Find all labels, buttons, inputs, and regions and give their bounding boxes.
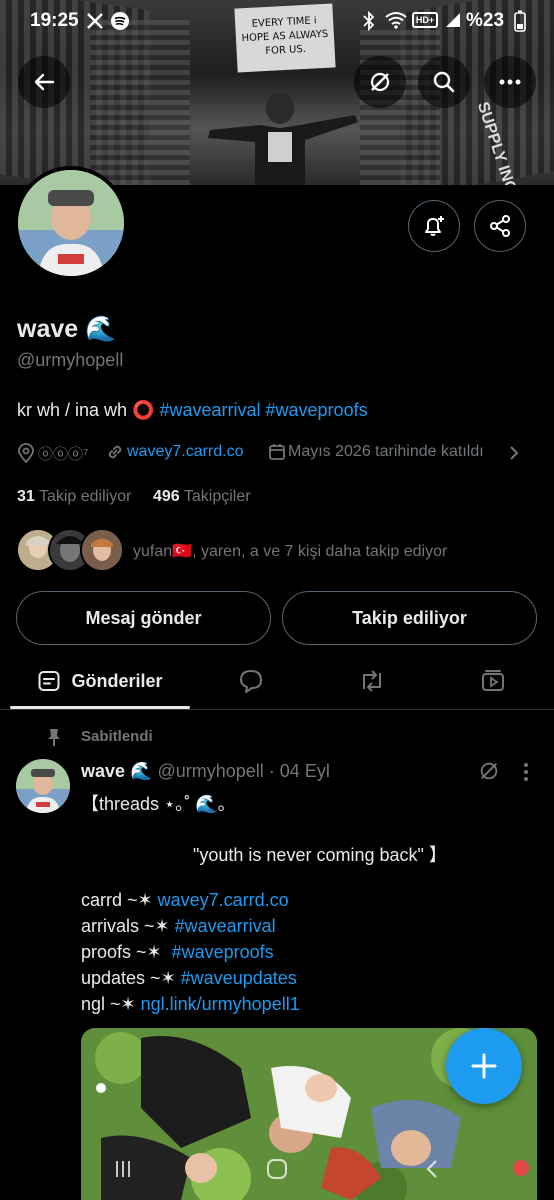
tab-posts-label: Gönderiler [71, 670, 163, 691]
x-app-icon [87, 13, 103, 29]
followers-stat[interactable]: 496 Takipçiler [153, 488, 251, 506]
tab-reposts[interactable] [341, 656, 403, 706]
bio-text: kr wh / ina wh ⭕ [17, 400, 160, 420]
post-text-line: 【threads ⋆｡˚ 🌊｡ [81, 794, 227, 814]
media-icon [482, 670, 504, 691]
grok-button[interactable] [354, 56, 406, 108]
post-line-prefix: ngl ~✶ [81, 994, 141, 1014]
notify-subscribe-button[interactable] [408, 200, 460, 252]
profile-website-link[interactable]: wavey7.carrd.co [127, 443, 244, 461]
post-author-handle[interactable]: @urmyhopell [157, 761, 263, 781]
plus-icon [471, 1053, 497, 1079]
search-icon [433, 71, 455, 93]
post-line-prefix: updates ~✶ [81, 968, 181, 988]
followed-by-text[interactable]: yufan🇹🇷, yaren, a ve 7 kişi daha takip e… [133, 541, 447, 561]
banner-person-figure [208, 92, 358, 185]
pin-icon [48, 729, 60, 746]
profile-location: ⓞⓞⓞ⁷ [38, 446, 89, 463]
bio-hashtag-link[interactable]: #wavearrival [159, 400, 260, 420]
wifi-icon [385, 12, 407, 29]
follower-avatar [80, 528, 124, 572]
grok-icon [370, 72, 390, 92]
following-count: 31 [17, 488, 35, 505]
following-toggle-button[interactable]: Takip ediliyor [282, 591, 537, 645]
hd-plus-icon: HD+ [412, 12, 438, 28]
arrow-left-icon [34, 73, 55, 91]
tab-media[interactable] [462, 656, 524, 706]
post-line-prefix: carrd ~✶ [81, 890, 158, 910]
post-header: wave 🌊 @urmyhopell · 04 Eyl [81, 761, 330, 782]
compose-post-button[interactable] [446, 1028, 522, 1104]
bluetooth-icon [363, 11, 375, 31]
banner-sign: EVERY TIME i HOPE AS ALWAYS FOR US. [234, 3, 336, 73]
battery-level: %23 [466, 10, 505, 31]
post-text-line: "youth is never coming back" 】 [193, 845, 447, 865]
followers-count: 496 [153, 488, 180, 505]
pinned-label: Sabitlendi [81, 728, 153, 745]
profile-name: wave 🌊 [17, 315, 117, 343]
profile-joined-date: Mayıs 2026 tarihinde katıldı [288, 443, 484, 460]
send-message-button[interactable]: Mesaj gönder [16, 591, 271, 645]
post-hashtag-link[interactable]: #waveupdates [181, 968, 297, 988]
post-hashtag-link[interactable]: #wavearrival [175, 916, 276, 936]
home-icon[interactable] [266, 1158, 288, 1180]
followers-label: Takipçiler [183, 488, 251, 505]
tabs-divider [0, 709, 554, 710]
more-vertical-icon[interactable] [522, 762, 530, 782]
search-button[interactable] [418, 56, 470, 108]
post-hashtag-link[interactable]: #waveproofs [172, 942, 274, 962]
post-link[interactable]: ngl.link/urmyhopell1 [141, 994, 300, 1014]
tab-posts[interactable]: Gönderiler [10, 656, 190, 706]
post-text-line: ngl ~✶ ngl.link/urmyhopell1 [81, 994, 300, 1015]
post-text-line: carrd ~✶ wavey7.carrd.co [81, 890, 289, 911]
post-date[interactable]: · 04 Eyl [269, 761, 330, 781]
bio-hashtag-link[interactable]: #waveproofs [266, 400, 368, 420]
share-icon [490, 215, 510, 237]
more-options-button[interactable] [484, 56, 536, 108]
back-nav-icon[interactable] [424, 1158, 440, 1180]
status-time: 19:25 [30, 10, 79, 31]
post-text-line: proofs ~✶ #waveproofs [81, 942, 274, 963]
profile-bio: kr wh / ina wh ⭕ #wavearrival #waveproof… [17, 400, 368, 421]
avatar-photo [18, 170, 124, 276]
bell-plus-icon [425, 216, 444, 236]
profile-avatar[interactable] [14, 166, 128, 280]
post-line-prefix: proofs ~✶ [81, 942, 172, 962]
link-icon [108, 445, 122, 459]
post-author-name[interactable]: wave 🌊 [81, 761, 152, 781]
post-author-avatar[interactable] [16, 759, 70, 813]
recent-apps-icon[interactable] [112, 1158, 134, 1180]
calendar-icon [269, 444, 285, 460]
chevron-right-icon[interactable] [508, 445, 520, 461]
back-button[interactable] [18, 56, 70, 108]
following-stat[interactable]: 31 Takip ediliyor [17, 488, 131, 506]
post-link[interactable]: wavey7.carrd.co [158, 890, 289, 910]
profile-handle: @urmyhopell [17, 350, 124, 370]
more-horizontal-icon [499, 79, 521, 85]
spotify-icon [111, 12, 129, 30]
grok-icon[interactable] [478, 760, 500, 782]
post-text-line: updates ~✶ #waveupdates [81, 968, 297, 989]
share-button[interactable] [474, 200, 526, 252]
following-label: Takip ediliyor [38, 488, 132, 505]
post-line-prefix: arrivals ~✶ [81, 916, 175, 936]
battery-icon [514, 10, 526, 32]
posts-icon [38, 671, 60, 691]
signal-icon [446, 13, 460, 27]
tab-replies[interactable] [220, 656, 282, 706]
post-text-line: arrivals ~✶ #wavearrival [81, 916, 276, 937]
repost-icon [363, 670, 381, 692]
reply-bubble-icon [240, 670, 262, 693]
location-icon [18, 443, 34, 463]
